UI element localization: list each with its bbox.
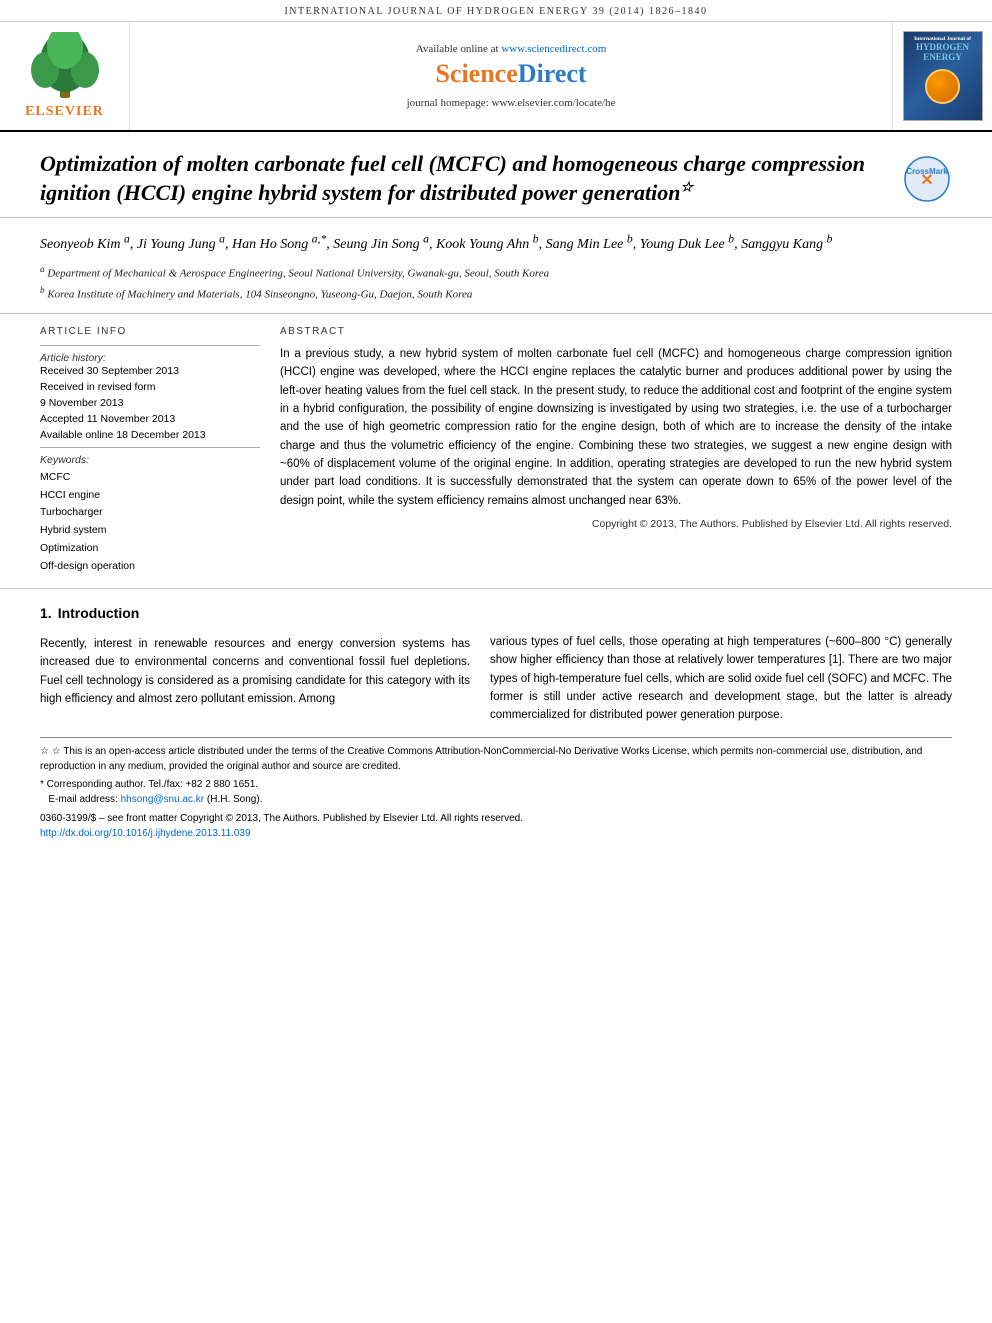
abstract-column: ABSTRACT In a previous study, a new hybr… — [280, 326, 952, 576]
separator — [40, 345, 260, 346]
title-section: Optimization of molten carbonate fuel ce… — [0, 132, 992, 218]
intro-right-column: various types of fuel cells, those opera… — [490, 605, 952, 725]
keyword-hcci: HCCI engine — [40, 487, 260, 505]
intro-left-text: Recently, interest in renewable resource… — [40, 635, 470, 709]
introduction-section: 1. Introduction Recently, interest in re… — [0, 589, 992, 737]
article-title: Optimization of molten carbonate fuel ce… — [40, 150, 902, 207]
authors-section: Seonyeob Kim a, Ji Young Jung a, Han Ho … — [0, 218, 992, 314]
info-abstract-section: ARTICLE INFO Article history: Received 3… — [0, 314, 992, 589]
corresponding-note: * Corresponding author. Tel./fax: +82 2 … — [40, 777, 952, 792]
keyword-mcfc: MCFC — [40, 469, 260, 487]
elsevier-tree-icon — [25, 32, 105, 102]
section-title: Introduction — [58, 605, 140, 621]
cover-graphic — [925, 69, 960, 104]
doi-link[interactable]: http://dx.doi.org/10.1016/j.ijhydene.201… — [40, 828, 251, 839]
footnote-area: ☆ ☆ This is an open-access article distr… — [40, 737, 952, 841]
affiliation-b: b Korea Institute of Machinery and Mater… — [40, 283, 952, 304]
elsevier-logo: ELSEVIER — [0, 22, 130, 130]
logo-bar: ELSEVIER Available online at www.science… — [0, 22, 992, 132]
cover-title: HYDROGENENERGY — [916, 43, 969, 63]
star-footnote: ☆ ☆ This is an open-access article distr… — [40, 744, 952, 774]
section-number: 1. — [40, 605, 52, 621]
article-info-column: ARTICLE INFO Article history: Received 3… — [40, 326, 260, 576]
doi-line: http://dx.doi.org/10.1016/j.ijhydene.201… — [40, 826, 952, 841]
received1: Received 30 September 2013 — [40, 365, 260, 377]
accepted: Accepted 11 November 2013 — [40, 413, 260, 425]
history-label: Article history: — [40, 352, 260, 364]
separator2 — [40, 447, 260, 448]
affiliation-a: a Department of Mechanical & Aerospace E… — [40, 262, 952, 283]
issn-line: 0360-3199/$ – see front matter Copyright… — [40, 811, 952, 826]
journal-header-text: INTERNATIONAL JOURNAL OF HYDROGEN ENERGY… — [284, 6, 707, 17]
intro-left-column: 1. Introduction Recently, interest in re… — [40, 605, 470, 725]
available-online: Available online 18 December 2013 — [40, 429, 260, 441]
authors-line: Seonyeob Kim a, Ji Young Jung a, Han Ho … — [40, 230, 952, 256]
keyword-turbo: Turbocharger — [40, 504, 260, 522]
elsevier-brand-text: ELSEVIER — [25, 104, 104, 120]
journal-cover: International Journal of HYDROGENENERGY — [892, 22, 992, 130]
abstract-text: In a previous study, a new hybrid system… — [280, 345, 952, 511]
sciencedirect-url[interactable]: www.sciencedirect.com — [501, 43, 606, 55]
received-revised-label: Received in revised form — [40, 381, 260, 393]
copyright-line: Copyright © 2013, The Authors. Published… — [280, 518, 952, 530]
section-heading: 1. Introduction — [40, 605, 470, 627]
cover-image: International Journal of HYDROGENENERGY — [903, 31, 983, 121]
email-line: E-mail address: hhsong@snu.ac.kr (H.H. S… — [40, 792, 952, 807]
email-link[interactable]: hhsong@snu.ac.kr — [121, 794, 205, 805]
intro-right-text: various types of fuel cells, those opera… — [490, 633, 952, 725]
keywords-label: Keywords: — [40, 454, 260, 466]
center-header: Available online at www.sciencedirect.co… — [130, 22, 892, 130]
article-info-title: ARTICLE INFO — [40, 326, 260, 337]
keyword-offdesign: Off-design operation — [40, 558, 260, 576]
keyword-hybrid: Hybrid system — [40, 522, 260, 540]
journal-homepage-text: journal homepage: www.elsevier.com/locat… — [407, 97, 616, 109]
sciencedirect-logo: ScienceDirect — [435, 59, 586, 89]
available-online-text: Available online at www.sciencedirect.co… — [416, 43, 607, 55]
svg-text:✕: ✕ — [920, 172, 933, 189]
received-revised-date: 9 November 2013 — [40, 397, 260, 409]
keyword-opt: Optimization — [40, 540, 260, 558]
crossmark-icon: CrossMark ✕ — [902, 154, 952, 204]
affiliations: a Department of Mechanical & Aerospace E… — [40, 262, 952, 305]
star-symbol: ☆ — [40, 746, 49, 757]
journal-header: INTERNATIONAL JOURNAL OF HYDROGEN ENERGY… — [0, 0, 992, 22]
abstract-title: ABSTRACT — [280, 326, 952, 337]
